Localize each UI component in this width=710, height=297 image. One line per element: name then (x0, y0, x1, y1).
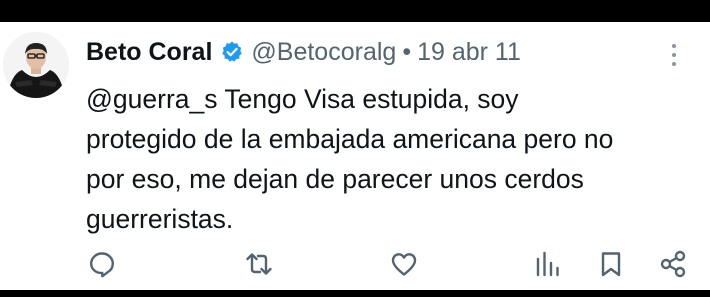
reply-icon (90, 252, 114, 278)
tweet-text-line: guerreristas. (86, 204, 234, 234)
tweet-text: @guerra_s Tengo Visa estupida, soy prote… (86, 79, 686, 239)
tweet-text-line: protegido de la embajada americana pero … (86, 124, 614, 154)
retweet-button[interactable] (244, 249, 274, 279)
views-icon (536, 251, 559, 277)
separator-dot: • (402, 37, 412, 66)
tweet-header: Beto Coral @Betocoralg • 19 abr 11 (86, 36, 521, 68)
verified-badge-icon (220, 40, 244, 64)
avatar[interactable] (3, 32, 69, 98)
bottom-black-bar (0, 290, 710, 297)
author-handle[interactable]: @Betocoralg (251, 38, 396, 67)
views-button[interactable] (533, 249, 563, 279)
like-button[interactable] (389, 249, 419, 279)
retweet-icon (246, 253, 272, 275)
top-black-bar (0, 0, 710, 22)
reply-button[interactable] (87, 249, 117, 279)
tweet-timestamp[interactable]: 19 abr 11 (417, 38, 521, 67)
bookmark-icon (601, 252, 621, 277)
tweet-text-line: @guerra_s Tengo Visa estupida, soy (86, 84, 519, 114)
share-icon (660, 250, 686, 278)
avatar-image (3, 32, 69, 98)
bookmark-button[interactable] (596, 249, 626, 279)
more-options-icon[interactable] (664, 38, 684, 72)
author-name[interactable]: Beto Coral (86, 38, 212, 67)
like-icon (391, 253, 417, 276)
share-button[interactable] (658, 249, 688, 279)
tweet-text-line: por eso, me dejan de parecer unos cerdos (86, 164, 584, 194)
